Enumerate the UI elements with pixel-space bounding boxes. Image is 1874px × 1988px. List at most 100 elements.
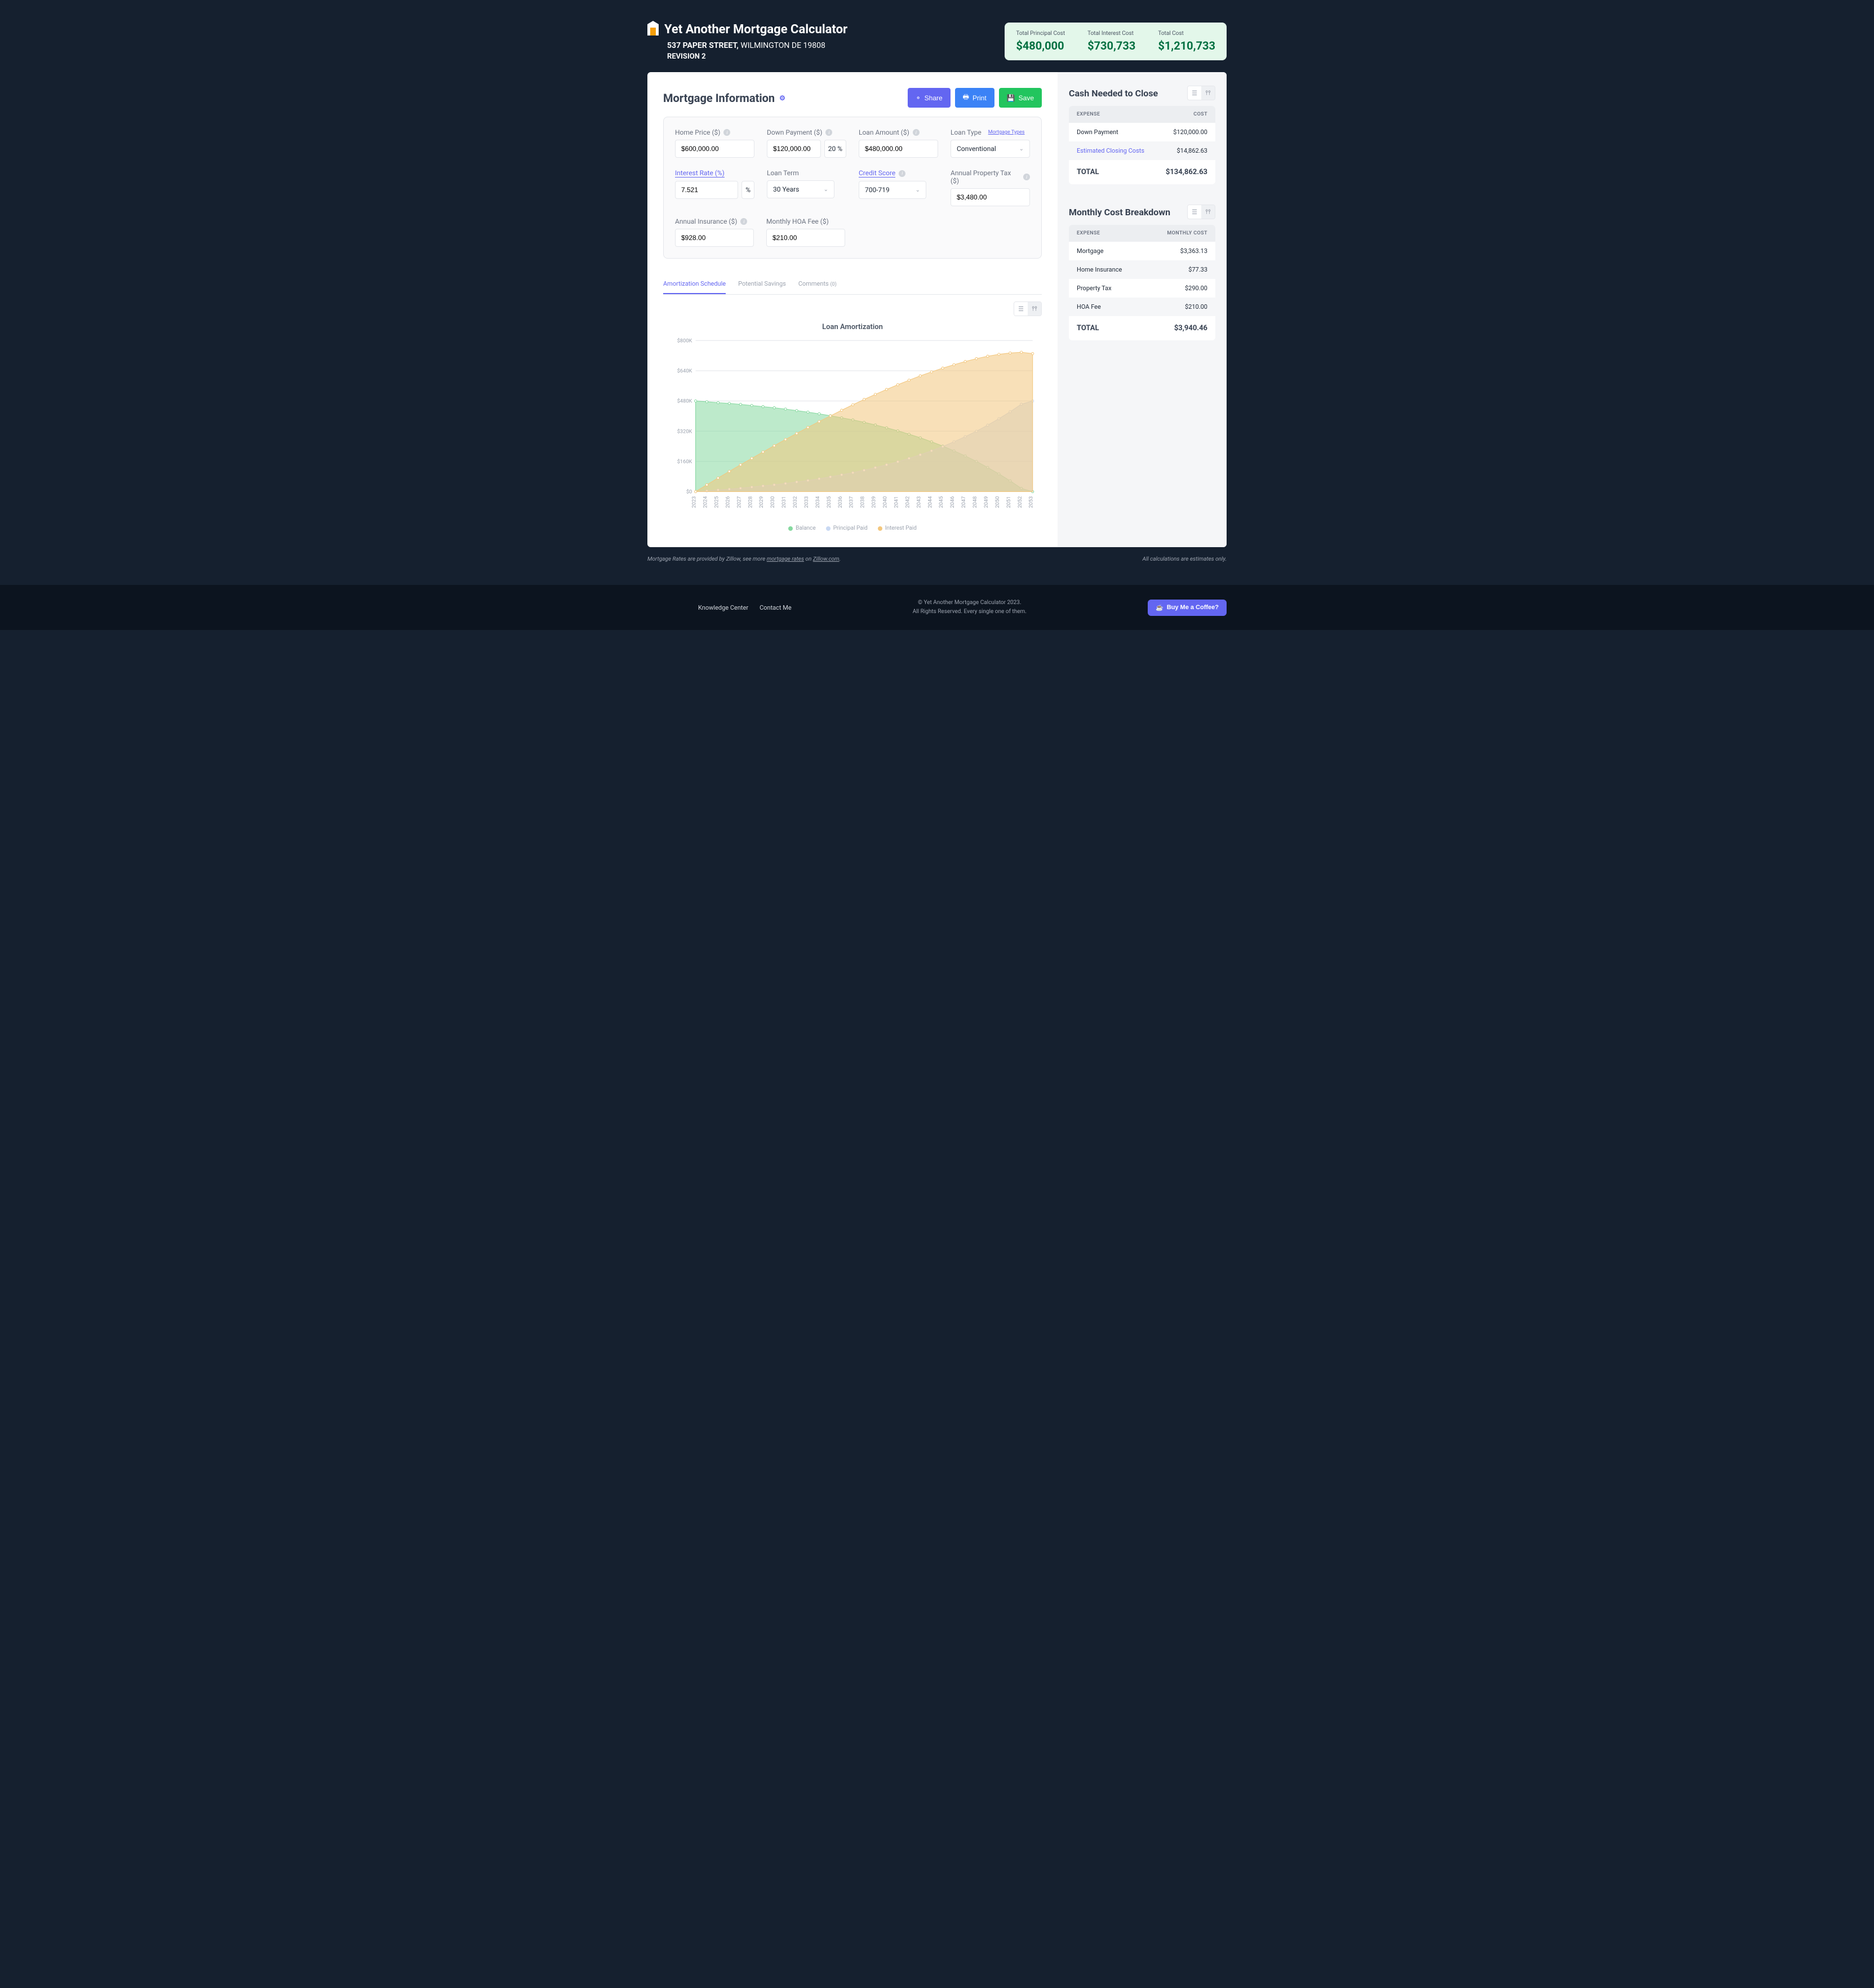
- svg-text:2047: 2047: [961, 496, 967, 508]
- legend-principal: Principal Paid: [826, 525, 868, 531]
- interest-rate-input[interactable]: [675, 181, 738, 199]
- loan-term-select[interactable]: 30 Years⌄: [767, 180, 834, 198]
- coffee-icon: ☕: [1156, 604, 1164, 611]
- mortgage-info-title: Mortgage Information: [663, 91, 775, 105]
- save-icon: 💾: [1007, 94, 1015, 102]
- buy-coffee-button[interactable]: ☕Buy Me a Coffee?: [1148, 600, 1227, 616]
- mortgage-types-link[interactable]: Mortgage Types: [988, 130, 1025, 135]
- svg-text:2029: 2029: [758, 496, 765, 508]
- list-view-toggle[interactable]: ☰: [1188, 205, 1201, 219]
- summary-interest-label: Total Interest Cost: [1087, 30, 1135, 37]
- insurance-input[interactable]: [675, 229, 754, 247]
- app-title: Yet Another Mortgage Calculator: [664, 23, 847, 37]
- summary-box: Total Principal Cost $480,000 Total Inte…: [1005, 23, 1227, 60]
- svg-text:2035: 2035: [826, 496, 832, 508]
- summary-interest-value: $730,733: [1087, 39, 1135, 52]
- svg-text:2041: 2041: [893, 496, 899, 508]
- svg-text:2026: 2026: [725, 496, 731, 508]
- info-icon[interactable]: i: [913, 129, 920, 136]
- info-icon[interactable]: i: [899, 170, 905, 177]
- svg-text:2025: 2025: [713, 496, 720, 508]
- tab-amortization[interactable]: Amortization Schedule: [663, 274, 726, 294]
- svg-text:2042: 2042: [904, 496, 911, 508]
- info-icon[interactable]: i: [723, 129, 730, 136]
- svg-text:2053: 2053: [1028, 496, 1034, 508]
- monthly-table: EXPENSEMONTHLY COST Mortgage$3,363.13Hom…: [1069, 225, 1215, 340]
- table-row: Mortgage$3,363.13: [1069, 242, 1215, 260]
- chart-title: Loan Amortization: [663, 323, 1042, 331]
- disclaimer-left: Mortgage Rates are provided by Zillow, s…: [647, 556, 841, 562]
- svg-text:2023: 2023: [691, 496, 698, 508]
- table-row: Property Tax$290.00: [1069, 279, 1215, 298]
- summary-principal-value: $480,000: [1016, 39, 1065, 52]
- print-button[interactable]: 🖶Print: [955, 88, 994, 108]
- info-icon[interactable]: i: [1023, 174, 1030, 180]
- chart-view-toggle[interactable]: ⫯⫯: [1201, 205, 1215, 219]
- svg-text:$640K: $640K: [677, 368, 692, 374]
- loan-type-label: Loan Type: [951, 128, 982, 136]
- chevron-down-icon: ⌄: [916, 187, 920, 193]
- info-icon[interactable]: i: [825, 129, 832, 136]
- save-button[interactable]: 💾Save: [999, 88, 1042, 108]
- table-row: Estimated Closing Costs$14,862.63: [1069, 141, 1215, 160]
- hoa-input[interactable]: [766, 229, 845, 247]
- insurance-label: Annual Insurance ($): [675, 218, 737, 225]
- credit-score-label[interactable]: Credit Score: [859, 169, 895, 178]
- svg-text:2045: 2045: [938, 496, 944, 508]
- svg-text:2033: 2033: [803, 496, 810, 508]
- svg-text:2052: 2052: [1017, 496, 1023, 508]
- svg-text:2046: 2046: [949, 496, 956, 508]
- mortgage-rates-link[interactable]: mortgage rates: [767, 556, 804, 562]
- chart-view-toggle[interactable]: ⫯⫯: [1201, 86, 1215, 100]
- svg-text:2028: 2028: [747, 496, 753, 508]
- table-row: Home Insurance$77.33: [1069, 260, 1215, 279]
- gear-icon[interactable]: ⚙: [779, 94, 785, 102]
- loan-term-label: Loan Term: [767, 169, 799, 177]
- monthly-title: Monthly Cost Breakdown: [1069, 207, 1170, 218]
- loan-amount-input[interactable]: [859, 140, 938, 158]
- svg-text:2037: 2037: [849, 496, 855, 508]
- home-price-input[interactable]: [675, 140, 754, 158]
- svg-text:$800K: $800K: [677, 338, 692, 344]
- svg-text:2051: 2051: [1006, 496, 1012, 508]
- svg-text:2038: 2038: [860, 496, 866, 508]
- svg-text:2032: 2032: [792, 496, 798, 508]
- credit-score-select[interactable]: 700-719⌄: [859, 181, 926, 199]
- hoa-label: Monthly HOA Fee ($): [766, 218, 829, 225]
- chevron-down-icon: ⌄: [1019, 146, 1024, 152]
- footer-copyright: © Yet Another Mortgage Calculator 2023. …: [913, 598, 1027, 616]
- property-tax-label: Annual Property Tax ($): [951, 169, 1020, 185]
- footer-knowledge-center[interactable]: Knowledge Center: [698, 604, 748, 611]
- cash-to-close-table: EXPENSECOST Down Payment$120,000.00Estim…: [1069, 106, 1215, 184]
- svg-text:2039: 2039: [871, 496, 877, 508]
- disclaimer-right: All calculations are estimates only.: [1143, 556, 1227, 562]
- svg-text:2043: 2043: [916, 496, 922, 508]
- list-view-toggle[interactable]: ☰: [1188, 86, 1201, 100]
- loan-type-select[interactable]: Conventional⌄: [951, 140, 1030, 158]
- pct-unit: %: [741, 181, 754, 199]
- interest-rate-label[interactable]: Interest Rate (%): [675, 169, 725, 178]
- info-icon[interactable]: i: [740, 218, 747, 225]
- svg-text:2024: 2024: [703, 496, 709, 508]
- address: 537 PAPER STREET, WILMINGTON DE 19808: [667, 41, 847, 50]
- svg-text:2048: 2048: [972, 496, 978, 508]
- svg-text:2040: 2040: [882, 496, 889, 508]
- legend-balance: Balance: [788, 525, 816, 531]
- tab-comments[interactable]: Comments (0): [798, 274, 837, 294]
- cash-to-close-title: Cash Needed to Close: [1069, 88, 1158, 99]
- tab-savings[interactable]: Potential Savings: [738, 274, 786, 294]
- share-button[interactable]: ⚬Share: [908, 88, 951, 108]
- print-icon: 🖶: [963, 92, 969, 104]
- down-payment-input[interactable]: [767, 140, 821, 158]
- table-row: Down Payment$120,000.00: [1069, 123, 1215, 141]
- zillow-link[interactable]: Zillow.com: [813, 556, 840, 562]
- svg-text:2036: 2036: [837, 496, 843, 508]
- down-payment-pct-input[interactable]: 20 %: [824, 140, 846, 158]
- property-tax-input[interactable]: [951, 188, 1030, 206]
- loan-amount-label: Loan Amount ($): [859, 128, 909, 136]
- list-view-toggle[interactable]: ☰: [1014, 302, 1028, 316]
- chart-view-toggle[interactable]: ⫯⫯: [1028, 302, 1041, 316]
- summary-total-label: Total Cost: [1158, 30, 1215, 37]
- footer-contact[interactable]: Contact Me: [760, 604, 792, 611]
- closing-costs-link[interactable]: Estimated Closing Costs: [1077, 147, 1144, 154]
